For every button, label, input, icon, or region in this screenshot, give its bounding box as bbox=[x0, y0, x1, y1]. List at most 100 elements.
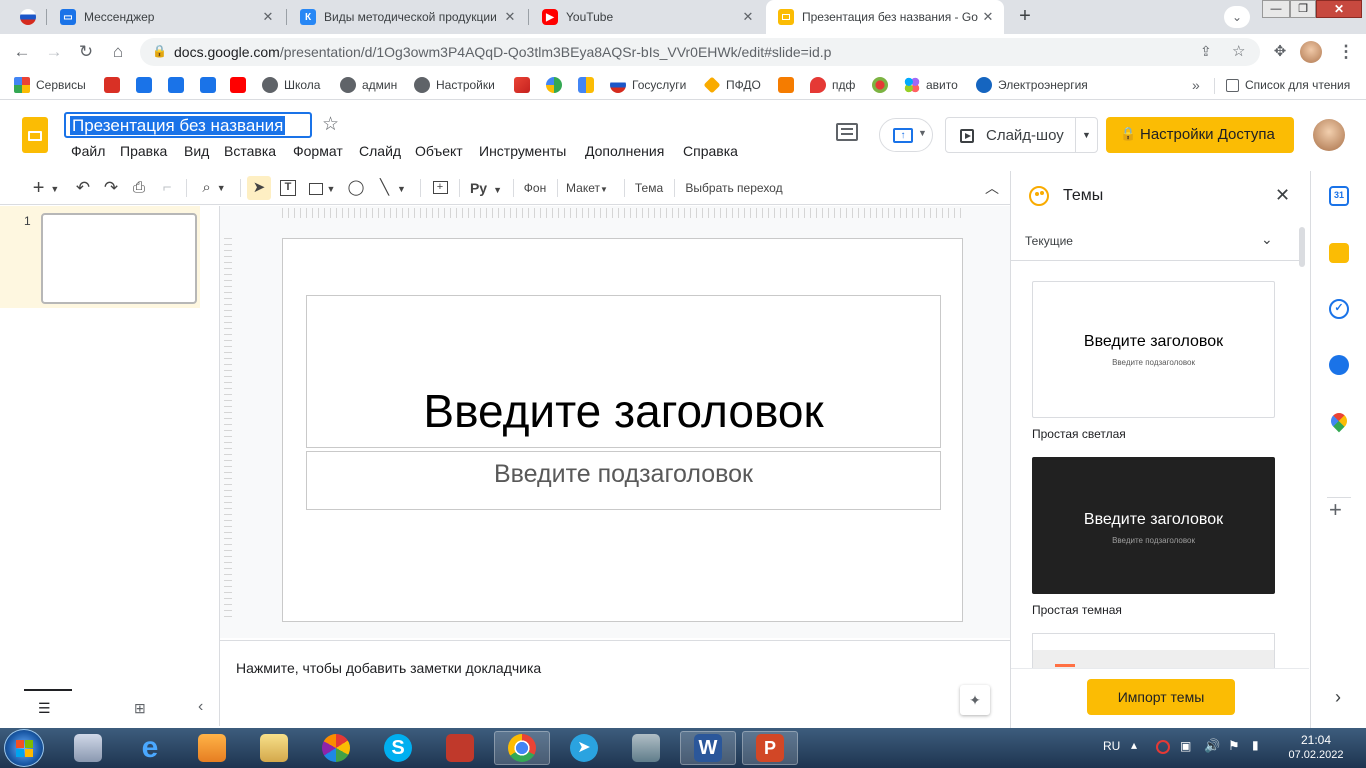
tab-presentation[interactable]: Презентация без названия - Go ✕ bbox=[766, 0, 1004, 34]
tab-vk[interactable]: К Виды методической продукции ✕ bbox=[288, 0, 526, 34]
close-icon[interactable]: ✕ bbox=[978, 9, 998, 25]
bookmark-3[interactable] bbox=[168, 76, 190, 94]
bookmark-gmail[interactable] bbox=[514, 76, 536, 94]
start-button[interactable] bbox=[4, 729, 44, 767]
layout-button[interactable]: Макет▼ bbox=[564, 176, 610, 200]
subtitle-placeholder-box[interactable]: Введите подзаголовок bbox=[306, 451, 941, 510]
close-icon[interactable]: ✕ bbox=[500, 9, 520, 25]
tab-russia[interactable] bbox=[8, 0, 44, 34]
scrollbar[interactable] bbox=[1299, 227, 1305, 267]
comments-icon[interactable] bbox=[836, 123, 858, 141]
keep-icon[interactable] bbox=[1329, 243, 1349, 263]
redo-icon[interactable]: ↷ bbox=[100, 176, 122, 200]
language-indicator[interactable]: RU bbox=[1103, 739, 1120, 753]
bookmark-flowers[interactable] bbox=[872, 76, 894, 94]
bookmark-check[interactable] bbox=[546, 76, 568, 94]
account-avatar[interactable] bbox=[1313, 119, 1345, 151]
explore-icon[interactable]: ✦ bbox=[960, 685, 990, 715]
collapse-toolbar-icon[interactable]: ︿ bbox=[982, 176, 1002, 200]
contacts-icon[interactable] bbox=[1329, 355, 1349, 375]
skype-taskbar-icon[interactable]: S bbox=[370, 731, 426, 765]
menu-insert[interactable]: Вставка bbox=[224, 143, 276, 159]
bookmark-avito[interactable]: авито bbox=[904, 76, 958, 94]
slideshow-button[interactable]: Слайд-шоу ▼ bbox=[945, 117, 1098, 153]
theme-simple-dark[interactable]: Введите заголовок Введите подзаголовок bbox=[1032, 457, 1275, 594]
close-icon[interactable]: ✕ bbox=[258, 9, 278, 25]
image-icon[interactable]: ▼ bbox=[305, 176, 339, 200]
close-icon[interactable]: ✕ bbox=[1275, 185, 1290, 206]
title-input-frame[interactable]: Презентация без названия bbox=[64, 112, 312, 138]
present-meet-button[interactable]: ↑ ▼ bbox=[879, 118, 933, 152]
media-player-taskbar-icon[interactable] bbox=[184, 731, 240, 765]
bookmark-star-icon[interactable]: ☆ bbox=[1232, 42, 1245, 60]
tasks-icon[interactable]: ✓ bbox=[1329, 299, 1349, 319]
bookmark-admin[interactable]: админ bbox=[340, 76, 397, 94]
line-icon[interactable]: ╲ ▼ bbox=[373, 176, 413, 200]
tab-search-button[interactable]: ⌄ bbox=[1224, 6, 1250, 28]
chrome-taskbar-icon[interactable] bbox=[494, 731, 550, 765]
menu-slide[interactable]: Слайд bbox=[359, 143, 401, 159]
menu-file[interactable]: Файл bbox=[71, 143, 105, 159]
menu-format[interactable]: Формат bbox=[293, 143, 343, 159]
scanner-taskbar-icon[interactable] bbox=[618, 731, 674, 765]
minimize-button[interactable]: — bbox=[1262, 0, 1290, 18]
text-box-icon[interactable]: T bbox=[277, 176, 299, 200]
select-cursor-icon[interactable]: ➤ bbox=[247, 176, 271, 200]
calculator-taskbar-icon[interactable] bbox=[60, 731, 116, 765]
window-close-button[interactable]: ✕ bbox=[1316, 0, 1362, 18]
flag-icon[interactable]: ⚑ bbox=[1228, 738, 1240, 754]
telegram-taskbar-icon[interactable]: ➤ bbox=[556, 731, 612, 765]
paint-format-icon[interactable]: ⌐ bbox=[156, 176, 178, 200]
share-page-icon[interactable]: ⇪ bbox=[1200, 43, 1212, 60]
word-taskbar-icon[interactable]: W bbox=[680, 731, 736, 765]
ie-taskbar-icon[interactable]: e bbox=[122, 731, 178, 765]
back-icon[interactable]: ← bbox=[10, 40, 34, 64]
menu-tools[interactable]: Инструменты bbox=[479, 143, 566, 159]
acrobat-taskbar-icon[interactable] bbox=[432, 731, 488, 765]
extensions-icon[interactable]: ✥ bbox=[1268, 40, 1292, 64]
theme-third-preview[interactable] bbox=[1032, 633, 1275, 668]
grid-view-icon[interactable]: ⊞ bbox=[134, 700, 146, 717]
profile-avatar[interactable] bbox=[1300, 41, 1322, 63]
more-menu-icon[interactable]: ⋮ bbox=[1334, 40, 1358, 64]
current-themes-dropdown[interactable]: Текущие ⌄ bbox=[1011, 227, 1301, 261]
star-icon[interactable]: ☆ bbox=[322, 113, 339, 136]
tray-expand-icon[interactable]: ▴ bbox=[1131, 738, 1137, 752]
theme-button[interactable]: Тема bbox=[630, 176, 668, 200]
shape-icon[interactable]: ◯ bbox=[345, 176, 367, 200]
theme-simple-light[interactable]: Введите заголовок Введите подзаголовок bbox=[1032, 281, 1275, 418]
undo-icon[interactable]: ↶ bbox=[72, 176, 94, 200]
share-button[interactable]: 🔒 Настройки Доступа bbox=[1106, 117, 1294, 153]
filmstrip-view-icon[interactable]: ☰ bbox=[38, 700, 51, 717]
bookmark-1[interactable] bbox=[104, 76, 126, 94]
picasa-taskbar-icon[interactable] bbox=[308, 731, 364, 765]
background-button[interactable]: Фон bbox=[518, 176, 552, 200]
slide[interactable]: Введите заголовок Введите подзаголовок bbox=[282, 238, 963, 622]
home-icon[interactable]: ⌂ bbox=[106, 40, 130, 64]
bookmark-youtube[interactable] bbox=[230, 76, 252, 94]
bookmark-pdf[interactable]: пдф bbox=[810, 76, 855, 94]
bookmark-pfdo[interactable]: ПФДО bbox=[703, 76, 761, 94]
new-tab-button[interactable]: + bbox=[1012, 5, 1038, 29]
calendar-icon[interactable]: 31 bbox=[1329, 186, 1349, 206]
maps-icon[interactable] bbox=[1327, 409, 1351, 433]
slides-logo[interactable] bbox=[22, 117, 48, 153]
bookmark-blue[interactable] bbox=[578, 76, 600, 94]
explorer-taskbar-icon[interactable] bbox=[246, 731, 302, 765]
address-bar[interactable]: 🔒 docs.google.com/presentation/d/1Og3owm… bbox=[140, 38, 1260, 66]
slide-thumbnail[interactable] bbox=[41, 213, 197, 304]
import-theme-button[interactable]: Импорт темы bbox=[1087, 679, 1235, 715]
new-slide-button[interactable]: + ▼ bbox=[26, 176, 66, 200]
chevron-down-icon[interactable]: ▼ bbox=[1082, 130, 1091, 140]
transition-button[interactable]: Выбрать переход bbox=[680, 176, 788, 200]
bookmark-2[interactable] bbox=[136, 76, 158, 94]
menu-edit[interactable]: Правка bbox=[120, 143, 167, 159]
bookmark-electricity[interactable]: Электроэнергия bbox=[976, 76, 1088, 94]
usb-tray-icon[interactable]: ▣ bbox=[1180, 739, 1191, 753]
reload-icon[interactable]: ↻ bbox=[74, 40, 98, 64]
maximize-button[interactable]: ❐ bbox=[1290, 0, 1316, 18]
add-addon-icon[interactable]: + bbox=[1329, 497, 1342, 523]
clock-date[interactable]: 07.02.2022 bbox=[1284, 749, 1348, 761]
reading-list[interactable]: Список для чтения bbox=[1226, 76, 1350, 94]
collapse-filmstrip-icon[interactable]: ‹ bbox=[198, 698, 203, 716]
